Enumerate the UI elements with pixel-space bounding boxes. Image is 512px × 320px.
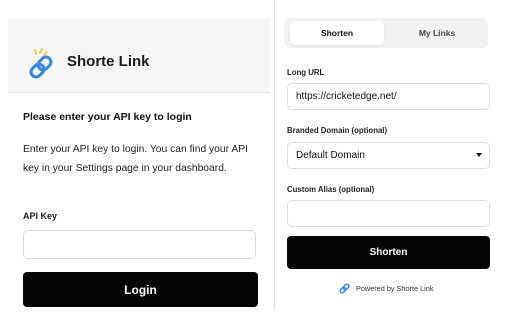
- branded-domain-select[interactable]: Default Domain: [287, 142, 490, 169]
- custom-alias-label: Custom Alias (optional): [287, 185, 375, 194]
- long-url-value: https://cricketedge.net/: [296, 91, 397, 102]
- login-button[interactable]: Login: [23, 272, 258, 307]
- panel-divider: [274, 0, 275, 310]
- login-description: Enter your API key to login. You can fin…: [23, 144, 248, 174]
- custom-alias-input[interactable]: [287, 200, 490, 227]
- tab-bar: Shorten My Links: [284, 18, 488, 48]
- branded-domain-label: Branded Domain (optional): [287, 126, 388, 135]
- shorten-button[interactable]: Shorten: [287, 236, 490, 269]
- login-heading: Please enter your API key to login: [23, 111, 192, 123]
- brand-name: Shorte Link: [67, 53, 150, 70]
- chevron-down-icon: [476, 153, 482, 157]
- api-key-input[interactable]: [23, 230, 256, 259]
- login-header: Shorte Link: [8, 18, 270, 93]
- long-url-input[interactable]: https://cricketedge.net/: [287, 83, 490, 110]
- powered-by-text: Powered by Shorte Link: [356, 284, 434, 293]
- chain-link-icon: [339, 283, 350, 294]
- login-panel: Shorte Link Please enter your API key to…: [8, 18, 270, 307]
- chain-link-icon: [29, 48, 53, 79]
- api-key-label: API Key: [23, 211, 58, 221]
- long-url-label: Long URL: [287, 68, 325, 77]
- tab-shorten[interactable]: Shorten: [290, 21, 384, 45]
- tab-my-links[interactable]: My Links: [390, 21, 484, 45]
- powered-by: Powered by Shorte Link: [338, 282, 433, 295]
- branded-domain-value: Default Domain: [296, 150, 365, 161]
- shorten-panel: Shorten My Links Long URL https://cricke…: [278, 8, 502, 308]
